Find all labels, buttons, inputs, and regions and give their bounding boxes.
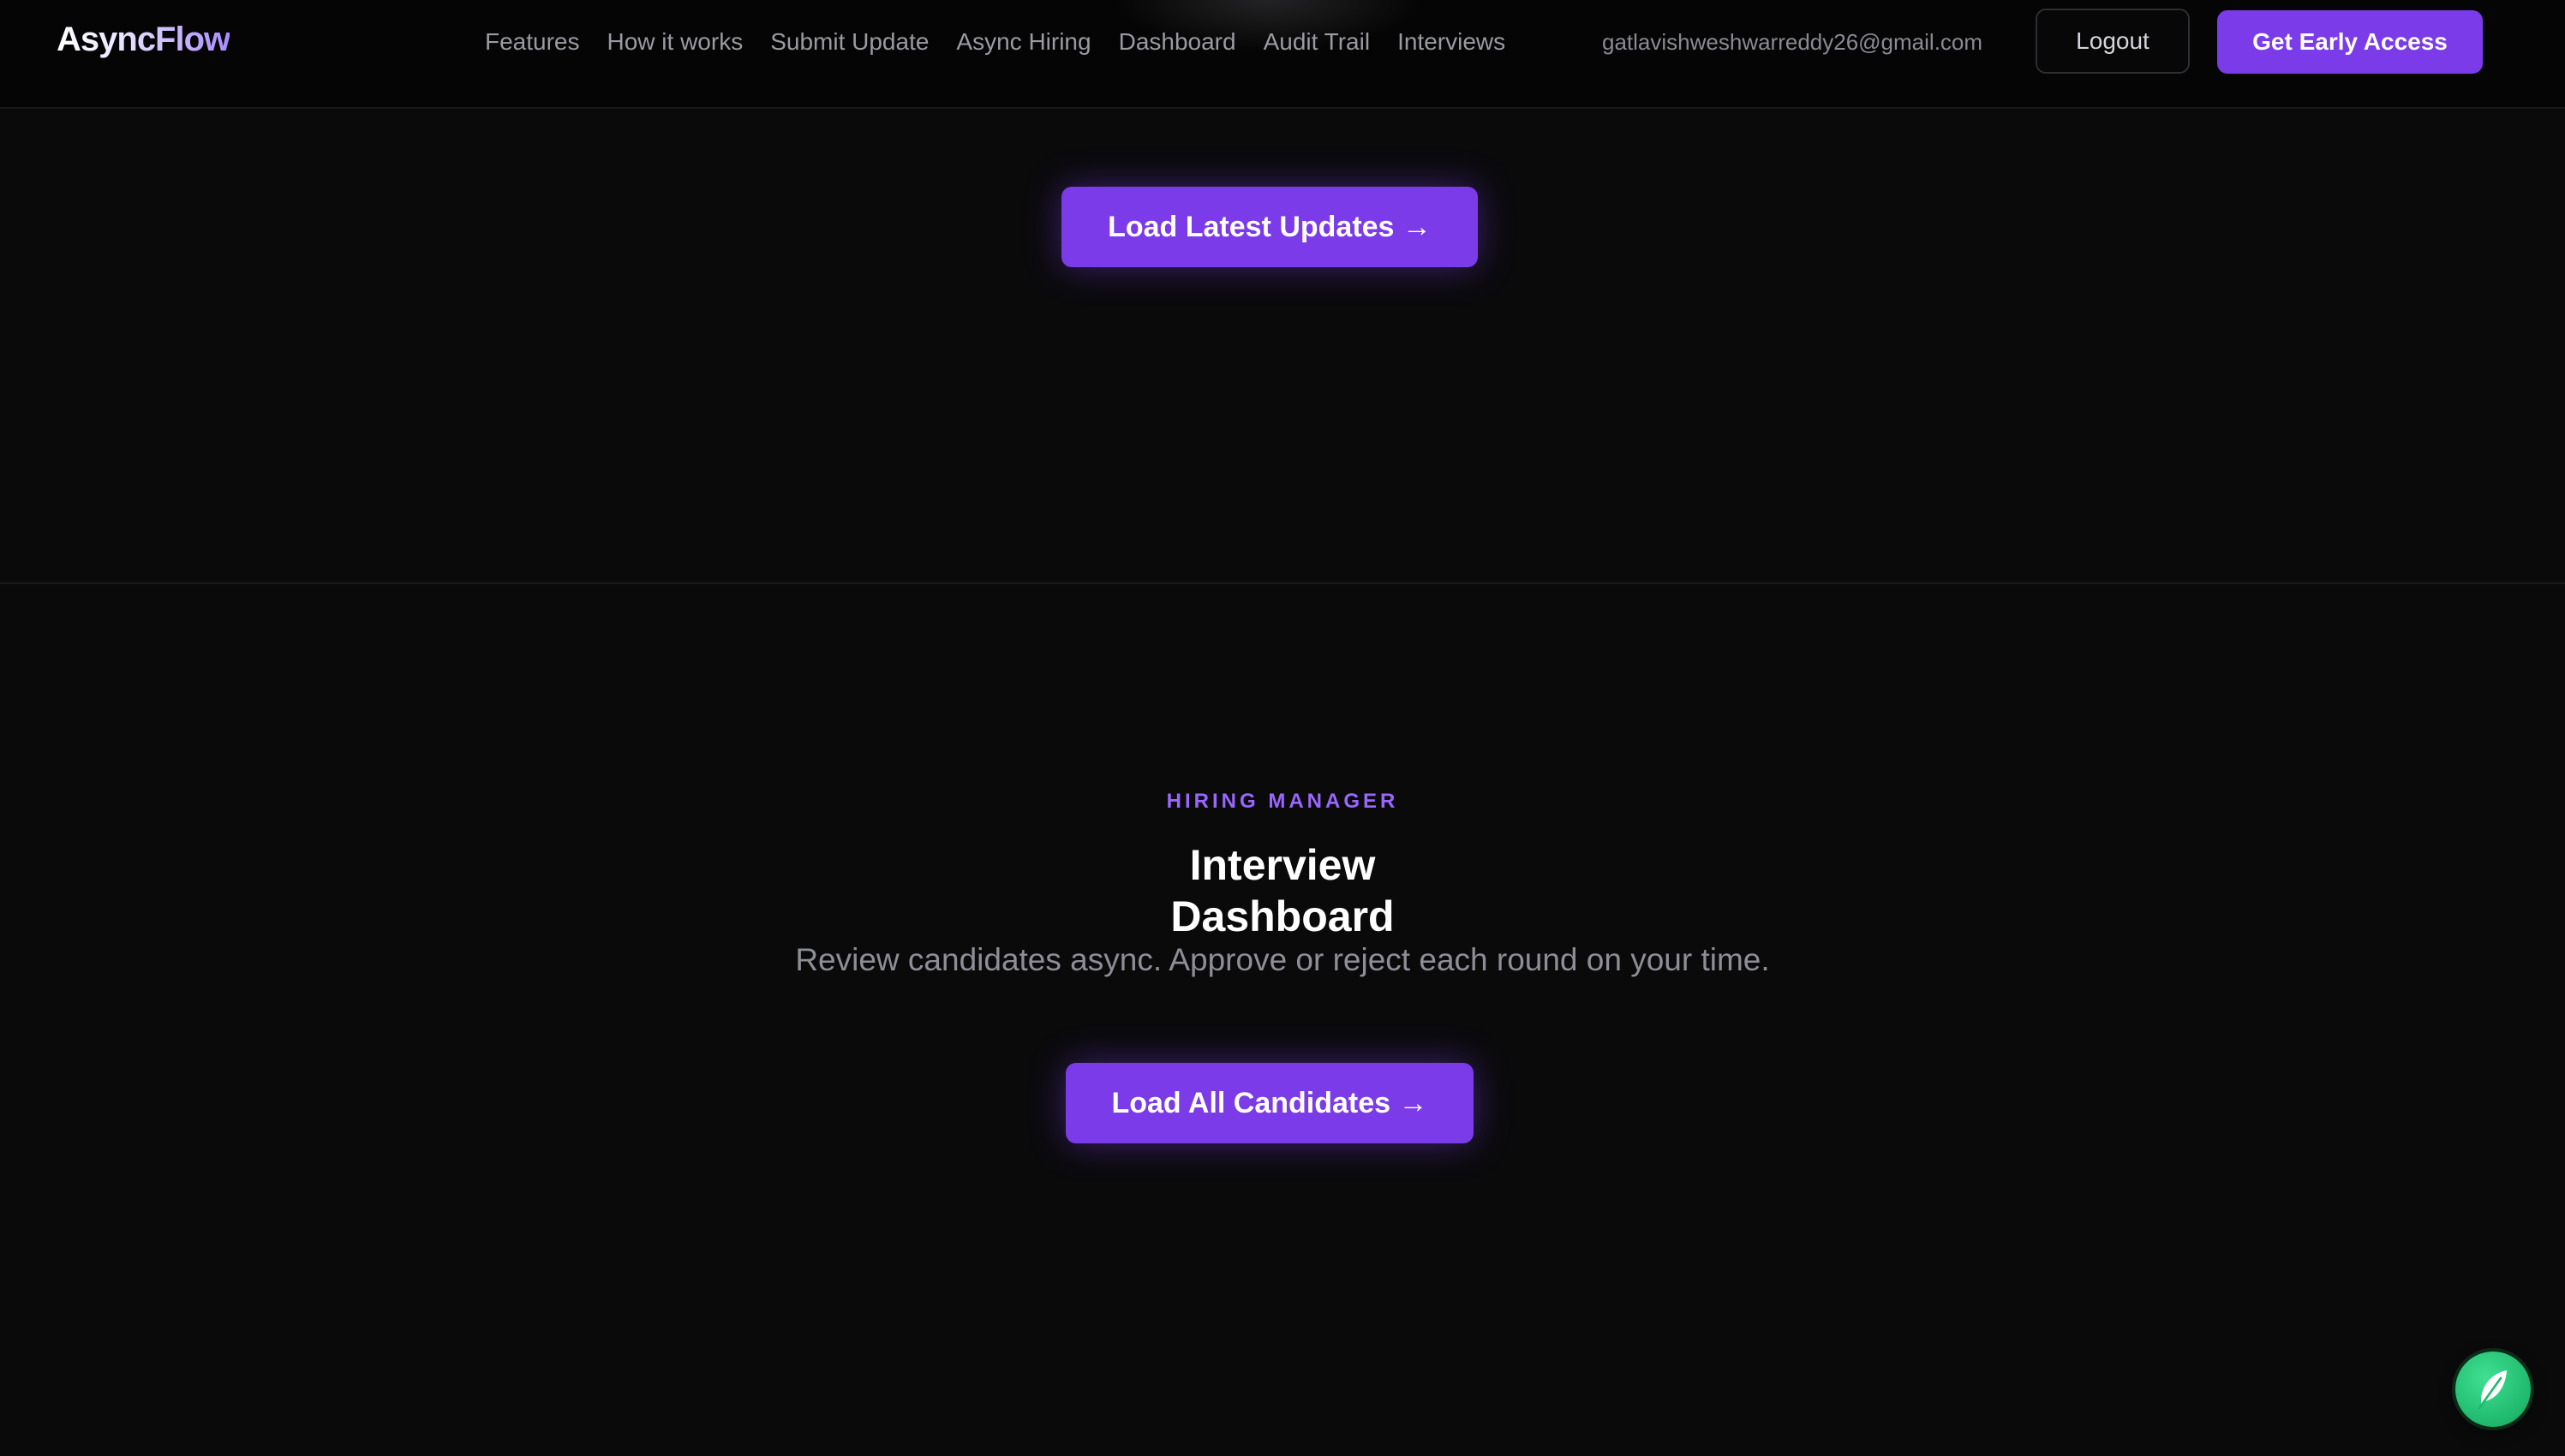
feather-icon (2478, 1370, 2507, 1410)
nav-link-interviews[interactable]: Interviews (1397, 28, 1505, 56)
nav-link-features[interactable]: Features (485, 28, 580, 56)
logo[interactable]: AsyncFlow (57, 21, 230, 59)
floating-action-button[interactable] (2455, 1352, 2531, 1427)
user-email: gatlavishweshwarreddy26@gmail.com (1602, 28, 1983, 55)
load-latest-updates-button[interactable]: Load Latest Updates → (1061, 187, 1478, 267)
nav-link-async-hiring[interactable]: Async Hiring (956, 28, 1091, 56)
top-nav: AsyncFlow Features How it works Submit U… (0, 0, 2565, 109)
nav-links: Features How it works Submit Update Asyn… (485, 0, 1505, 84)
section-title: Interview Dashboard (1170, 841, 1395, 940)
section-divider (0, 582, 2565, 584)
nav-link-submit-update[interactable]: Submit Update (770, 28, 929, 56)
get-early-access-button[interactable]: Get Early Access (2217, 10, 2483, 74)
nav-link-audit-trail[interactable]: Audit Trail (1264, 28, 1371, 56)
section-eyebrow: HIRING MANAGER (1166, 790, 1399, 813)
section-subtitle: Review candidates async. Approve or reje… (795, 942, 1770, 977)
nav-link-dashboard[interactable]: Dashboard (1119, 28, 1236, 56)
load-all-candidates-button[interactable]: Load All Candidates → (1066, 1063, 1474, 1143)
nav-link-how-it-works[interactable]: How it works (607, 28, 744, 56)
logout-button[interactable]: Logout (2036, 9, 2190, 74)
